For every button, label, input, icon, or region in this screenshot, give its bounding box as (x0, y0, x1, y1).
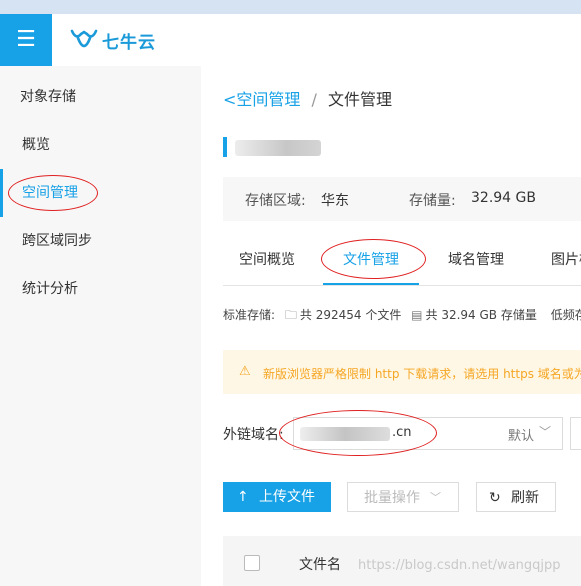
breadcrumb: <空间管理 / 文件管理 (223, 86, 392, 110)
arrow-up-icon: ↑ (237, 489, 249, 505)
chevron-down-icon: ﹀ (430, 491, 441, 504)
storage-label: 存储量: (409, 193, 456, 209)
region-value: 华东 (321, 193, 349, 209)
warning-triangle-icon: ⚠ (239, 364, 251, 379)
refresh-button-label: 刷新 (511, 490, 539, 506)
warning-banner: ⚠ 新版浏览器严格限制 http 下载请求，请选用 https 域名或为域名 (223, 350, 581, 394)
sidebar-item-bucket-management[interactable]: 空间管理 (0, 169, 201, 217)
watermark: https://blog.csdn.net/wangqjpp (358, 558, 561, 573)
domain-suffix: .cn (392, 425, 412, 440)
window-top-strip (0, 0, 581, 14)
breadcrumb-current: 文件管理 (328, 90, 393, 109)
breadcrumb-back-link[interactable]: <空间管理 (223, 90, 300, 109)
storage-value: 32.94 GB (471, 190, 536, 206)
sidebar-item-cross-region-sync[interactable]: 跨区域同步 (0, 217, 201, 265)
hamburger-menu-icon[interactable]: ☰ (0, 14, 52, 66)
region-label: 存储区域: (245, 193, 306, 209)
tab-image-styles[interactable]: 图片样式 (551, 249, 581, 269)
upload-button[interactable]: ↑ 上传文件 (223, 482, 331, 512)
sidebar-item-label: 统计分析 (22, 281, 78, 297)
storage-stats: 标准存储: 🗀共 292454 个文件 ▤共 32.94 GB 存储量 低频存储 (223, 306, 581, 327)
sidebar-item-label: 跨区域同步 (22, 233, 92, 249)
refresh-button[interactable]: ↻ 刷新 (476, 482, 556, 512)
batch-operation-button[interactable]: 批量操作 ﹀ (347, 482, 459, 512)
sidebar-item-label: 概览 (22, 137, 50, 153)
tab-bar: 空间概览 文件管理 域名管理 图片样式 (223, 241, 581, 286)
sidebar-title: 对象存储 (20, 89, 76, 105)
domain-select[interactable]: .cn 默认 ﹀ (293, 417, 563, 450)
sidebar-item-overview[interactable]: 概览 (0, 121, 201, 169)
refresh-icon: ↻ (489, 490, 501, 506)
upload-button-label: 上传文件 (259, 489, 315, 505)
logo[interactable]: 七牛云 (70, 26, 156, 54)
logo-text: 七牛云 (102, 32, 156, 53)
active-tab-indicator (323, 283, 419, 285)
tab-bucket-overview[interactable]: 空间概览 (239, 249, 295, 269)
file-count: 共 292454 个文件 (299, 308, 402, 322)
sidebar-item-label: 空间管理 (22, 185, 78, 201)
sidebar: 对象存储 概览 空间管理 跨区域同步 统计分析 (0, 66, 201, 586)
folder-icon: 🗀 (284, 308, 297, 322)
storage-icon: ▤ (411, 308, 423, 322)
domain-name-redacted (300, 427, 390, 441)
warning-text: 新版浏览器严格限制 http 下载请求，请选用 https 域名或为域名 (263, 367, 581, 381)
batch-button-label: 批量操作 (364, 490, 420, 506)
top-navbar: ☰ 七牛云 (0, 14, 581, 66)
qiniu-cow-icon (70, 29, 98, 48)
domain-action-button[interactable] (570, 417, 581, 450)
breadcrumb-separator: / (311, 90, 317, 109)
domain-default-tag: 默认 (508, 429, 535, 444)
domain-label: 外链域名: (223, 427, 284, 443)
sidebar-item-statistics[interactable]: 统计分析 (0, 265, 201, 313)
storage-type-label: 标准存储: (223, 308, 276, 322)
chevron-down-icon: ﹀ (539, 425, 552, 439)
bucket-name-redacted (235, 140, 321, 156)
chevron-left-icon: < (223, 90, 237, 109)
select-all-checkbox[interactable] (244, 555, 260, 571)
tab-domain-management[interactable]: 域名管理 (448, 249, 504, 269)
main-content: <空间管理 / 文件管理 存储区域: 华东 存储量: 32.94 GB 空间概览… (201, 66, 581, 586)
column-header-filename[interactable]: 文件名 (299, 554, 341, 574)
bucket-info-bar: 存储区域: 华东 存储量: 32.94 GB (223, 177, 581, 221)
breadcrumb-back-label: 空间管理 (236, 90, 301, 109)
low-frequency-storage-label: 低频存储 (550, 308, 581, 322)
bucket-title-accent (223, 137, 227, 157)
tab-file-management[interactable]: 文件管理 (343, 249, 399, 269)
storage-total: 共 32.94 GB 存储量 (425, 308, 537, 322)
